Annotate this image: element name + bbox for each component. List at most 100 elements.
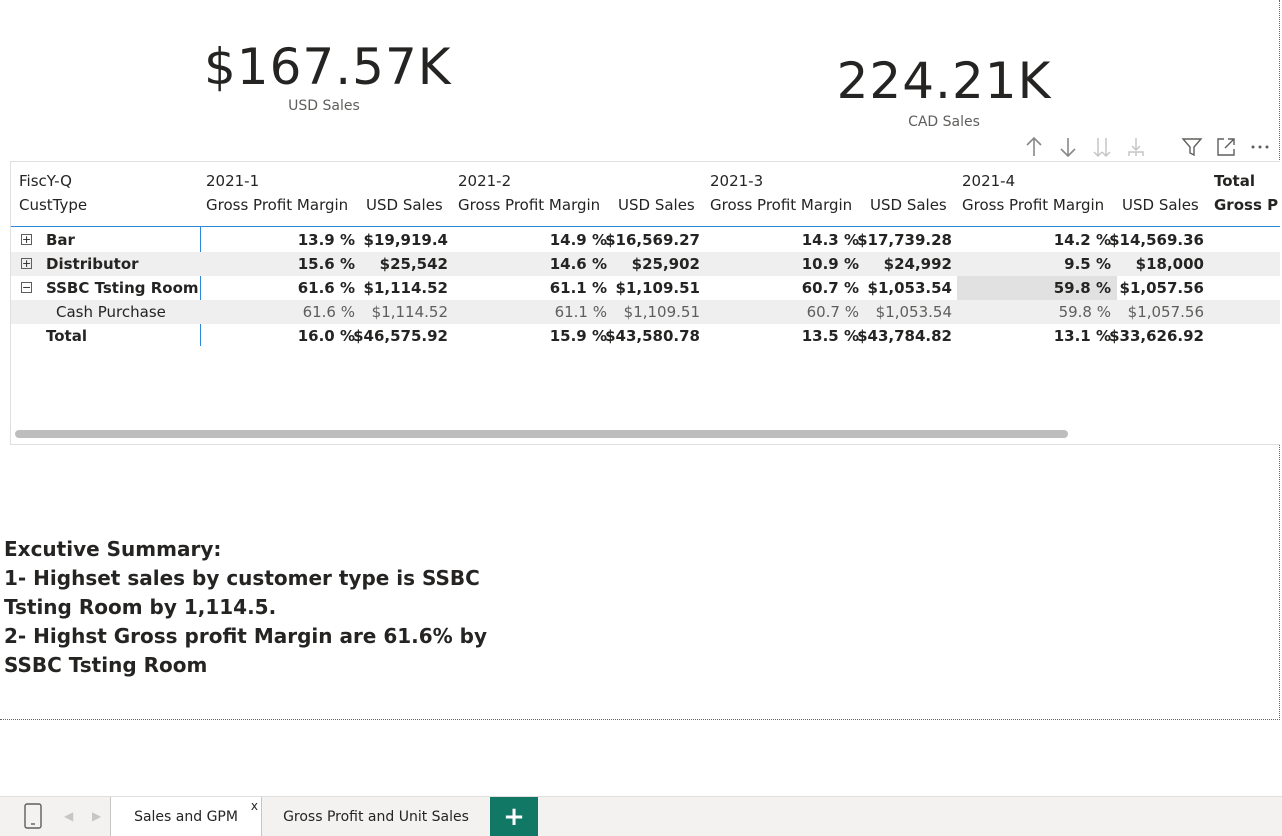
- gpm-cell: 13.5 %: [801, 327, 859, 345]
- column-header-usd-sales[interactable]: USD Sales: [366, 196, 443, 214]
- usd-cell: $1,109.51: [623, 303, 700, 321]
- horizontal-scrollbar[interactable]: [15, 430, 1068, 438]
- gpm-cell: 13.9 %: [297, 231, 355, 249]
- column-header-usd-sales[interactable]: USD Sales: [870, 196, 947, 214]
- more-options-icon[interactable]: [1247, 134, 1273, 160]
- column-header-gpm[interactable]: Gross Profit Margin: [710, 196, 852, 214]
- period-header[interactable]: 2021-2: [458, 172, 511, 190]
- summary-point-1: 1- Highset sales by customer type is SSB…: [4, 566, 480, 619]
- gpm-cell: 9.5 %: [1064, 255, 1111, 273]
- total-column-header[interactable]: Total: [1214, 172, 1255, 190]
- table-row[interactable]: + Bar 13.9 % $19,919.4 14.9 % $16,569.27…: [11, 228, 1280, 252]
- report-canvas: $167.57K USD Sales 224.21K CAD Sales Fis…: [0, 0, 1280, 720]
- row-label: Distributor: [46, 255, 139, 273]
- arrow-up-icon[interactable]: [1021, 134, 1047, 160]
- gpm-cell: 60.7 %: [801, 279, 859, 297]
- table-row[interactable]: + Distributor 15.6 % $25,542 14.6 % $25,…: [11, 252, 1280, 276]
- usd-cell: $1,114.52: [363, 279, 448, 297]
- gpm-cell: 60.7 %: [806, 303, 859, 321]
- cad-sales-label: CAD Sales: [908, 114, 980, 130]
- usd-sales-card[interactable]: $167.57K USD Sales: [204, 38, 452, 114]
- row-label: Bar: [46, 231, 75, 249]
- cad-sales-value: 224.21K: [836, 52, 1052, 110]
- arrow-down-icon[interactable]: [1055, 134, 1081, 160]
- usd-cell: $25,902: [631, 255, 700, 273]
- usd-cell: $46,575.92: [353, 327, 448, 345]
- row-label: Cash Purchase: [56, 303, 166, 321]
- page-tabs-bar: ◀ ▶ Sales and GPM x Gross Profit and Uni…: [0, 796, 1282, 836]
- executive-summary-text: Excutive Summary: 1- Highset sales by cu…: [4, 535, 524, 680]
- gpm-cell: 59.8 %: [1058, 303, 1111, 321]
- matrix-column-header: FiscY-Q CustType 2021-1 Gross Profit Mar…: [11, 162, 1280, 227]
- table-row[interactable]: Cash Purchase 61.6 % $1,114.52 61.1 % $1…: [11, 300, 1280, 324]
- column-header-gpm[interactable]: Gross Profit Margin: [962, 196, 1104, 214]
- usd-cell: $24,992: [883, 255, 952, 273]
- prev-page-icon[interactable]: ◀: [64, 809, 73, 823]
- gpm-cell: 61.1 %: [554, 303, 607, 321]
- summary-heading: Excutive Summary:: [4, 537, 222, 561]
- add-page-button[interactable]: +: [490, 797, 538, 836]
- cad-sales-card[interactable]: 224.21K CAD Sales: [824, 56, 1064, 130]
- column-header-usd-sales[interactable]: USD Sales: [1122, 196, 1199, 214]
- column-header-gpm[interactable]: Gross Profit Margin: [206, 196, 348, 214]
- usd-cell: $25,542: [379, 255, 448, 273]
- usd-cell: $43,580.78: [605, 327, 700, 345]
- usd-cell: $1,057.56: [1127, 303, 1204, 321]
- tab-sales-and-gpm[interactable]: Sales and GPM x: [110, 797, 262, 836]
- usd-cell: $14,569.36: [1109, 231, 1204, 249]
- expand-hierarchy-icon[interactable]: [1123, 134, 1149, 160]
- matrix-visual[interactable]: FiscY-Q CustType 2021-1 Gross Profit Mar…: [10, 161, 1280, 445]
- gpm-cell: 14.2 %: [1053, 231, 1111, 249]
- gpm-cell: 61.6 %: [297, 279, 355, 297]
- usd-cell: $43,784.82: [857, 327, 952, 345]
- total-row[interactable]: Total 16.0 % $46,575.92 15.9 % $43,580.7…: [11, 324, 1280, 348]
- usd-cell: $16,569.27: [605, 231, 700, 249]
- gpm-cell: 15.9 %: [549, 327, 607, 345]
- column-header-usd-sales[interactable]: USD Sales: [618, 196, 695, 214]
- focus-mode-icon[interactable]: [1213, 134, 1239, 160]
- double-arrow-down-icon[interactable]: [1089, 134, 1115, 160]
- mobile-layout-icon[interactable]: [22, 803, 44, 833]
- table-row[interactable]: − SSBC Tsting Room 61.6 % $1,114.52 61.1…: [11, 276, 1280, 300]
- total-gpm-header[interactable]: Gross P: [1214, 196, 1278, 214]
- tab-label: Sales and GPM: [134, 808, 238, 825]
- usd-sales-value: $167.57K: [204, 38, 452, 96]
- usd-cell: $1,053.54: [875, 303, 952, 321]
- gpm-cell: 15.6 %: [297, 255, 355, 273]
- period-header[interactable]: 2021-3: [710, 172, 763, 190]
- column-header-gpm[interactable]: Gross Profit Margin: [458, 196, 600, 214]
- row-header-fiscal-quarter[interactable]: FiscY-Q: [19, 172, 72, 190]
- gpm-cell: 10.9 %: [801, 255, 859, 273]
- expand-icon[interactable]: +: [21, 234, 32, 245]
- expand-icon[interactable]: +: [21, 258, 32, 269]
- next-page-icon[interactable]: ▶: [92, 809, 101, 823]
- usd-cell: $1,053.54: [867, 279, 952, 297]
- row-header-customer-type[interactable]: CustType: [19, 196, 87, 214]
- tab-label: Gross Profit and Unit Sales: [283, 808, 469, 825]
- tab-gross-profit-and-unit-sales[interactable]: Gross Profit and Unit Sales: [262, 797, 490, 836]
- usd-cell: $1,057.56: [1119, 279, 1204, 297]
- gpm-cell: 13.1 %: [1053, 327, 1111, 345]
- period-header[interactable]: 2021-1: [206, 172, 259, 190]
- gpm-cell: 16.0 %: [297, 327, 355, 345]
- usd-sales-label: USD Sales: [288, 98, 360, 114]
- gpm-cell: 61.6 %: [302, 303, 355, 321]
- gpm-cell: 14.9 %: [549, 231, 607, 249]
- close-tab-icon[interactable]: x: [251, 799, 258, 813]
- row-label: Total: [46, 327, 87, 345]
- filter-icon[interactable]: [1179, 134, 1205, 160]
- usd-cell: $19,919.4: [363, 231, 448, 249]
- usd-cell: $17,739.28: [857, 231, 952, 249]
- gpm-cell: 59.8 %: [1053, 279, 1111, 297]
- gpm-cell: 61.1 %: [549, 279, 607, 297]
- gpm-cell: 14.6 %: [549, 255, 607, 273]
- gpm-cell: 14.3 %: [801, 231, 859, 249]
- period-header[interactable]: 2021-4: [962, 172, 1015, 190]
- usd-cell: $1,114.52: [371, 303, 448, 321]
- usd-cell: $18,000: [1135, 255, 1204, 273]
- row-label: SSBC Tsting Room: [46, 279, 199, 297]
- usd-cell: $1,109.51: [615, 279, 700, 297]
- collapse-icon[interactable]: −: [21, 282, 32, 293]
- usd-cell: $33,626.92: [1109, 327, 1204, 345]
- summary-point-2: 2- Highst Gross profit Margin are 61.6% …: [4, 624, 488, 677]
